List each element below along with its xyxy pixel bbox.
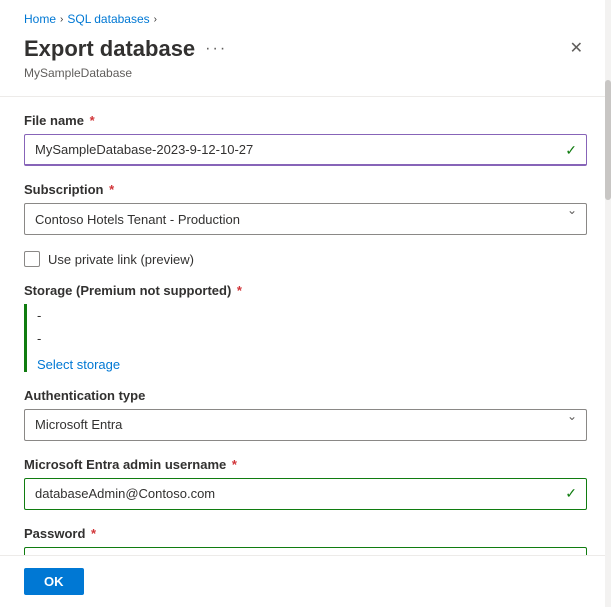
close-button[interactable]: ✕ — [566, 37, 587, 61]
admin-username-required: * — [228, 457, 237, 472]
breadcrumb-chevron1: › — [60, 14, 63, 25]
private-link-group: Use private link (preview) — [24, 251, 587, 267]
auth-type-label: Authentication type — [24, 388, 587, 403]
header-left: Export database ··· — [24, 36, 227, 62]
ok-button[interactable]: OK — [24, 568, 84, 595]
storage-left-bar: - - Select storage — [24, 304, 587, 372]
breadcrumb-home[interactable]: Home — [24, 12, 56, 26]
file-name-group: File name * ✓ — [24, 113, 587, 166]
page-title: Export database — [24, 36, 195, 62]
storage-label: Storage (Premium not supported) * — [24, 283, 587, 298]
breadcrumb-sql-databases[interactable]: SQL databases — [67, 12, 149, 26]
admin-username-input[interactable] — [24, 478, 587, 510]
file-name-input[interactable] — [24, 134, 587, 166]
storage-line-2: - — [37, 327, 587, 350]
form-content: File name * ✓ Subscription * Contoso Hot… — [0, 97, 611, 607]
select-storage-link[interactable]: Select storage — [37, 357, 120, 372]
more-options-icon[interactable]: ··· — [205, 40, 227, 58]
private-link-label: Use private link (preview) — [48, 252, 194, 267]
panel-header: Export database ··· ✕ — [0, 32, 611, 66]
file-name-required: * — [86, 113, 95, 128]
storage-group: Storage (Premium not supported) * - - Se… — [24, 283, 587, 372]
export-database-panel: Home › SQL databases › Export database ·… — [0, 0, 611, 607]
storage-lines: - - — [37, 304, 587, 351]
private-link-checkbox[interactable] — [24, 251, 40, 267]
admin-username-input-wrapper: ✓ — [24, 478, 587, 510]
file-name-label: File name * — [24, 113, 587, 128]
storage-line-1: - — [37, 304, 587, 327]
auth-type-select-wrapper: Microsoft Entra ⌄ — [24, 409, 587, 441]
scrollbar-thumb[interactable] — [605, 80, 611, 200]
file-name-input-wrapper: ✓ — [24, 134, 587, 166]
page-subtitle: MySampleDatabase — [0, 66, 611, 96]
scrollbar-track — [605, 0, 611, 607]
storage-required: * — [233, 283, 242, 298]
breadcrumb: Home › SQL databases › — [0, 0, 611, 32]
auth-type-group: Authentication type Microsoft Entra ⌄ — [24, 388, 587, 441]
auth-type-select[interactable]: Microsoft Entra — [24, 409, 587, 441]
admin-username-label: Microsoft Entra admin username * — [24, 457, 587, 472]
breadcrumb-chevron2: › — [154, 14, 157, 25]
password-label: Password * — [24, 526, 587, 541]
password-required: * — [87, 526, 96, 541]
subscription-group: Subscription * Contoso Hotels Tenant - P… — [24, 182, 587, 235]
subscription-required: * — [105, 182, 114, 197]
subscription-select[interactable]: Contoso Hotels Tenant - Production — [24, 203, 587, 235]
panel-footer: OK — [0, 555, 611, 607]
admin-username-group: Microsoft Entra admin username * ✓ — [24, 457, 587, 510]
subscription-select-wrapper: Contoso Hotels Tenant - Production ⌄ — [24, 203, 587, 235]
subscription-label: Subscription * — [24, 182, 587, 197]
